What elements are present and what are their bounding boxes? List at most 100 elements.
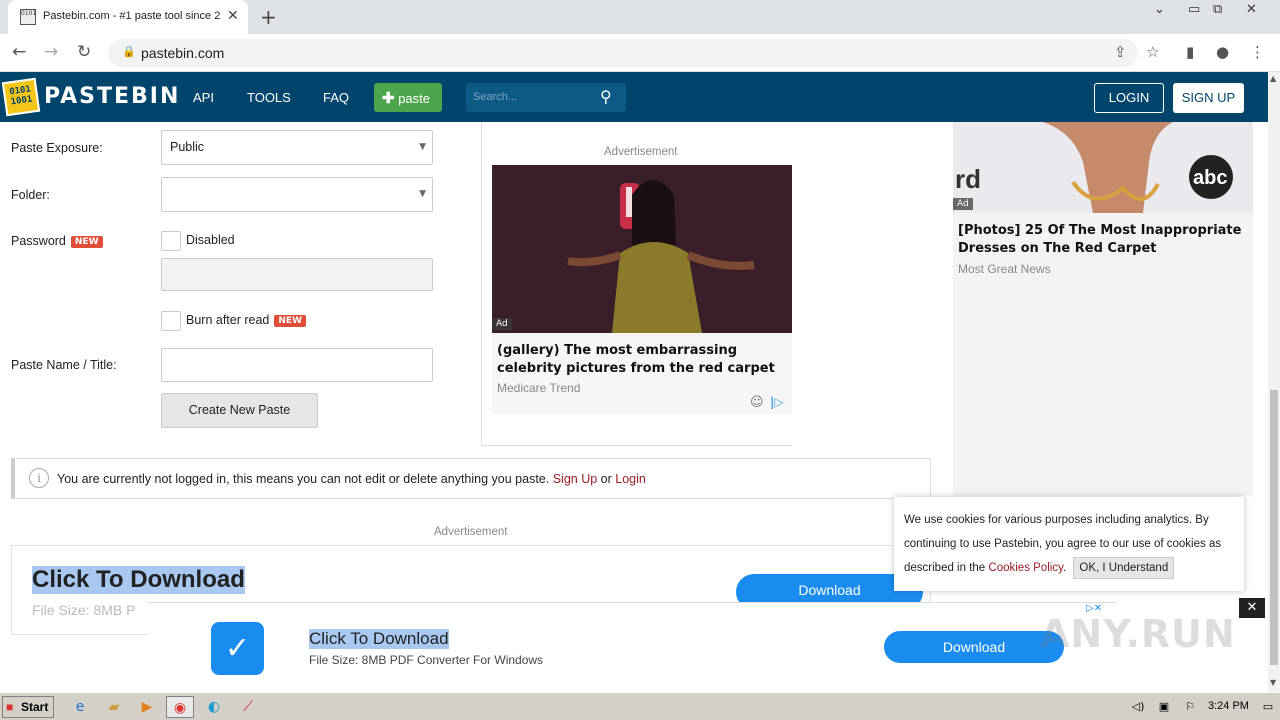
flag-icon[interactable]: ⚐: [1176, 696, 1204, 718]
back-icon[interactable]: ←: [12, 42, 26, 62]
middle-ad-title[interactable]: (gallery) The most embarrassing celebrit…: [497, 342, 792, 378]
advertisement-label: Advertisement: [604, 146, 678, 158]
browser-tab-strip: 0101 Pastebin.com - #1 paste tool since …: [0, 0, 1280, 34]
tab-search-icon[interactable]: ⌄: [1154, 2, 1165, 17]
info-icon: i: [29, 468, 49, 488]
password-label: Password NEW: [11, 234, 103, 248]
address-bar[interactable]: 🔒 pastebin.com: [108, 39, 1138, 67]
app-icon[interactable]: ⟋: [234, 696, 262, 718]
share-icon[interactable]: ⇪: [1114, 43, 1127, 61]
profile-icon[interactable]: ●: [1216, 43, 1229, 61]
celebrity-photo-icon: [492, 165, 792, 333]
right-ad-image[interactable]: rd abc Ad: [953, 122, 1253, 213]
folder-select[interactable]: ▼: [161, 177, 433, 212]
svg-text:rd: rd: [955, 164, 981, 194]
browser-tab[interactable]: 0101 Pastebin.com - #1 paste tool since …: [8, 0, 248, 34]
search-input[interactable]: Search... ⚲: [466, 83, 626, 112]
new-tab-button[interactable]: +: [260, 5, 277, 29]
paste-exposure-select[interactable]: Public ▼: [161, 130, 433, 165]
browser-toolbar: ← → ↻ 🔒 pastebin.com ⇪ ☆ ▮ ● ⋮: [0, 34, 1280, 72]
checkmark-icon: ✓: [211, 622, 264, 675]
folder-label: Folder:: [11, 188, 50, 202]
folder-icon[interactable]: ▰: [100, 696, 128, 718]
windows-logo-icon: ■: [6, 700, 14, 714]
cookie-banner: We use cookies for various purposes incl…: [894, 497, 1244, 591]
volume-icon[interactable]: ◁): [1124, 696, 1152, 718]
close-ad-icon[interactable]: ✕: [1239, 598, 1265, 618]
pastebin-favicon-icon: 0101: [20, 9, 36, 25]
reload-icon[interactable]: ↻: [77, 42, 91, 62]
burn-after-read-label: Burn after read NEW: [186, 313, 306, 327]
side-panel-icon[interactable]: ▮: [1186, 43, 1194, 61]
search-icon[interactable]: ⚲: [600, 87, 612, 106]
pastebin-logo-icon[interactable]: 0101 1001: [1, 77, 41, 117]
page-scrollbar[interactable]: ▲ ▼: [1268, 72, 1280, 692]
start-button[interactable]: ■ Start: [2, 696, 54, 718]
bottom-ad-sub: File Size: 8MB P: [32, 602, 136, 618]
scroll-down-icon[interactable]: ▼: [1270, 678, 1276, 687]
paste-exposure-value: Public: [170, 140, 205, 154]
password-checkbox-label: Disabled: [186, 233, 235, 247]
middle-ad-caption[interactable]: (gallery) The most embarrassing celebrit…: [492, 333, 792, 414]
paste-button-label: paste: [398, 91, 431, 106]
paste-title-input[interactable]: [161, 348, 433, 382]
paste-title-label: Paste Name / Title:: [11, 358, 117, 372]
restore-icon[interactable]: ⧉: [1213, 2, 1222, 17]
chrome-icon[interactable]: ◉: [166, 696, 194, 718]
notice-signup-link[interactable]: Sign Up: [553, 472, 597, 486]
create-new-paste-button[interactable]: Create New Paste: [161, 393, 318, 428]
bookmark-star-icon[interactable]: ☆: [1146, 43, 1159, 61]
search-placeholder: Search...: [473, 91, 518, 103]
login-button[interactable]: LOGIN: [1094, 83, 1164, 113]
paste-exposure-label: Paste Exposure:: [11, 141, 103, 155]
close-window-icon[interactable]: ✕: [1246, 2, 1257, 17]
cookie-accept-button[interactable]: OK, I Understand: [1073, 557, 1175, 579]
burn-after-read-checkbox[interactable]: [161, 311, 181, 331]
notice-login-link[interactable]: Login: [615, 472, 646, 486]
taskbar-clock[interactable]: 3:24 PM: [1208, 700, 1249, 712]
svg-text:abc: abc: [1193, 167, 1227, 189]
password-input[interactable]: [161, 258, 433, 291]
notice-or: or: [600, 472, 612, 486]
edge-icon[interactable]: ◐: [200, 696, 228, 718]
ad-tag: Ad: [953, 198, 973, 210]
chevron-down-icon: ▼: [419, 142, 426, 152]
pastebin-logo-text[interactable]: PASTEBIN: [44, 84, 180, 109]
scroll-up-icon[interactable]: ▲: [1270, 74, 1276, 83]
burn-label-text: Burn after read: [186, 313, 270, 327]
not-logged-in-notice: i You are currently not logged in, this …: [11, 458, 931, 499]
menu-kebab-icon[interactable]: ⋮: [1250, 43, 1265, 61]
show-desktop-icon[interactable]: ▭: [1254, 696, 1280, 718]
forward-icon[interactable]: →: [44, 42, 58, 62]
nav-api[interactable]: API: [193, 90, 214, 105]
url-text: pastebin.com: [141, 45, 225, 61]
sticky-bottom-ad[interactable]: ✓ Click To Download File Size: 8MB PDF C…: [148, 602, 1116, 691]
nav-faq[interactable]: FAQ: [323, 90, 349, 105]
windows-taskbar: ■ Start e ▰ ▶ ◉ ◐ ⟋ ◁) ▣ ⚐ 3:24 PM ▭: [0, 692, 1280, 720]
new-paste-button[interactable]: ✚ paste: [374, 83, 442, 112]
signup-button[interactable]: SIGN UP: [1173, 83, 1244, 113]
ie-icon[interactable]: e: [66, 696, 94, 718]
nav-tools[interactable]: TOOLS: [247, 90, 291, 105]
password-label-text: Password: [11, 234, 66, 248]
media-player-icon[interactable]: ▶: [133, 696, 161, 718]
sticky-ad-download-button[interactable]: Download: [884, 631, 1064, 663]
start-label: Start: [21, 700, 49, 714]
new-badge: NEW: [70, 236, 103, 248]
right-ad-title[interactable]: [Photos] 25 Of The Most Inappropriate Dr…: [958, 222, 1248, 258]
close-tab-icon[interactable]: ✕: [227, 8, 239, 24]
network-icon[interactable]: ▣: [1150, 696, 1178, 718]
advertisement-label: Advertisement: [434, 526, 508, 538]
ad-network-icon[interactable]: ☺: [750, 395, 764, 410]
adchoices-icon[interactable]: |▷: [770, 395, 784, 409]
middle-ad-image[interactable]: Ad: [492, 165, 792, 333]
new-badge: NEW: [274, 315, 306, 327]
scrollbar-thumb[interactable]: [1270, 390, 1278, 665]
cookies-policy-link[interactable]: Cookies Policy: [988, 562, 1063, 574]
bottom-ad-headline[interactable]: Click To Download: [32, 566, 245, 594]
minimize-icon[interactable]: ▭: [1188, 2, 1200, 17]
right-ad-source: Most Great News: [958, 262, 1051, 276]
chevron-down-icon: ▼: [419, 189, 426, 199]
sticky-ad-headline[interactable]: Click To Download: [309, 629, 449, 649]
password-checkbox[interactable]: [161, 231, 181, 251]
